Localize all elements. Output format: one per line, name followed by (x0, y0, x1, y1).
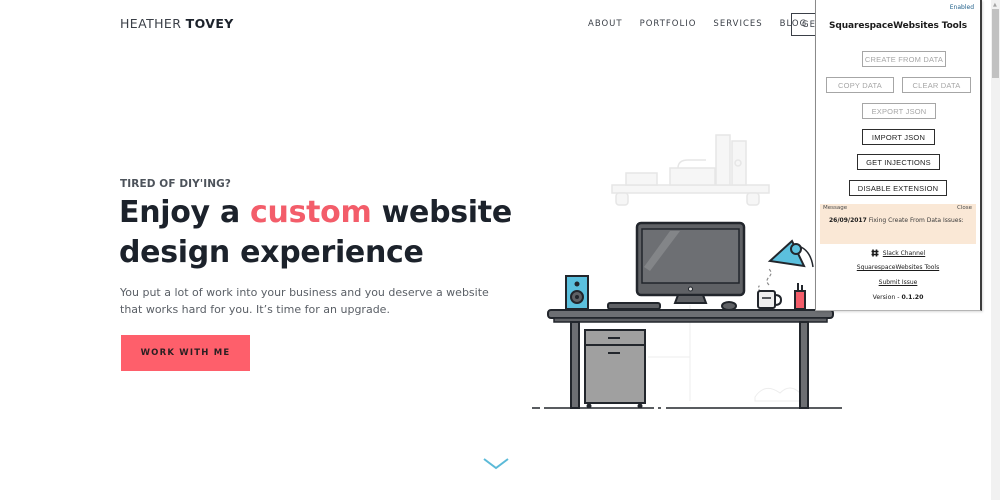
version-label: Version - (872, 294, 902, 301)
nav-about[interactable]: ABOUT (588, 19, 623, 30)
nav-services[interactable]: SERVICES (713, 19, 762, 30)
logo-last: TOVEY (185, 16, 234, 31)
version-text: Version - 0.1.20 (816, 294, 980, 301)
work-with-me-button[interactable]: WORK WITH ME (121, 335, 250, 371)
disable-extension-button[interactable]: DISABLE EXTENSION (849, 180, 947, 196)
submit-issue-link[interactable]: Submit Issue (816, 279, 980, 286)
extension-popup: Enabled SquarespaceWebsites Tools CREATE… (815, 0, 982, 311)
version-number: 0.1.20 (901, 294, 924, 301)
hero-eyebrow: TIRED OF DIY'ING? (120, 178, 231, 190)
monitor-illustration (635, 221, 746, 304)
speaker-illustration (565, 275, 589, 310)
import-json-button[interactable]: IMPORT JSON (862, 129, 935, 145)
message-text: Fixing Create From Data Issues: (868, 217, 964, 224)
scrollbar-thumb[interactable] (992, 9, 999, 78)
scroll-up-icon[interactable]: ▲ (993, 2, 997, 8)
slack-channel-link[interactable]: Slack Channel (883, 250, 925, 257)
message-date: 26/09/2017 (829, 217, 867, 224)
shelf-illustration (611, 134, 770, 206)
headline-accent: custom (250, 195, 372, 230)
main-nav: ABOUT PORTFOLIO SERVICES BLOG (588, 19, 824, 30)
copy-data-button[interactable]: COPY DATA (826, 77, 894, 93)
lamp-illustration (767, 239, 814, 268)
message-close-button[interactable]: Close (957, 205, 972, 211)
clear-data-button[interactable]: CLEAR DATA (902, 77, 971, 93)
message-body: 26/09/2017 Fixing Create From Data Issue… (829, 217, 964, 224)
desk-illustration-body (532, 309, 842, 409)
message-label: Message (823, 205, 848, 211)
extension-status: Enabled (949, 4, 974, 11)
desk-illustration (532, 134, 842, 409)
pencil-cup-illustration (794, 283, 806, 310)
keyboard-illustration (607, 302, 661, 310)
headline-before: Enjoy a (119, 195, 251, 230)
get-injections-button[interactable]: GET INJECTIONS (857, 154, 940, 170)
page-scrollbar[interactable]: ▲ (991, 0, 1000, 500)
tools-link[interactable]: SquarespaceWebsites Tools (816, 264, 980, 271)
hero-lede: You put a lot of work into your business… (120, 286, 489, 316)
export-json-button[interactable]: EXPORT JSON (862, 103, 936, 119)
slack-icon (871, 249, 879, 257)
logo-first: HEATHER (120, 16, 182, 31)
chevron-down-icon[interactable] (481, 456, 511, 472)
hero-headline: Enjoy a custom website design experience (119, 193, 539, 273)
slack-row: Slack Channel (816, 249, 980, 257)
message-box: Message Close 26/09/2017 Fixing Create F… (820, 204, 976, 244)
nav-portfolio[interactable]: PORTFOLIO (640, 19, 697, 30)
mug-illustration (757, 268, 783, 309)
create-from-data-button[interactable]: CREATE FROM DATA (862, 51, 946, 67)
mouse-illustration (721, 301, 737, 311)
site-logo[interactable]: HEATHER TOVEY (120, 16, 234, 31)
extension-title: SquarespaceWebsites Tools (828, 21, 967, 31)
